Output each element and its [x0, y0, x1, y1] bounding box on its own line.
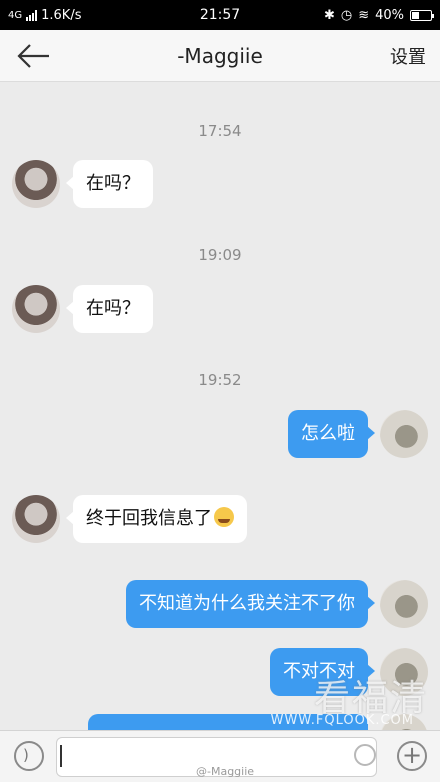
voice-button[interactable]: ): [14, 741, 44, 771]
chat-header: -Maggiie 设置: [0, 30, 440, 82]
alarm-icon: ◷: [340, 7, 353, 23]
weibo-watermark: @-Maggiie: [196, 765, 255, 778]
timestamp: 17:54: [198, 122, 242, 140]
status-right: ✱ ◷ ≋ 40%: [323, 7, 434, 23]
chat-title: -Maggiie: [177, 43, 263, 68]
status-bar: 4G 1.6K/s 21:57 ✱ ◷ ≋ 40%: [0, 0, 440, 30]
battery-icon: [410, 9, 434, 21]
contact-avatar[interactable]: [12, 285, 60, 333]
watermark-url: WWW.FQLOOK.COM: [270, 713, 414, 728]
timestamp: 19:52: [198, 371, 242, 389]
contact-avatar[interactable]: [12, 495, 60, 543]
timestamp: 19:09: [198, 246, 242, 264]
crying-face-icon: [214, 507, 234, 527]
settings-button[interactable]: 设置: [390, 43, 426, 69]
outgoing-message[interactable]: 不知道为什么我关注不了你: [126, 580, 375, 628]
plus-button[interactable]: +: [397, 741, 427, 771]
network-type: 4G: [8, 9, 23, 21]
incoming-message[interactable]: 在吗？: [66, 160, 153, 208]
status-left: 4G 1.6K/s: [8, 8, 324, 23]
incoming-message[interactable]: 终于回我信息了: [66, 495, 247, 543]
voice-icon: ): [23, 746, 29, 764]
incoming-message-text: 终于回我信息了: [86, 508, 212, 529]
signal-icon: [26, 9, 38, 21]
my-avatar[interactable]: [380, 580, 428, 628]
incoming-message[interactable]: 在吗？: [66, 285, 153, 333]
chat-area[interactable]: 17:54 在吗？ 19:09 在吗？ 19:52 怎么啦 终于回我信息了 不知…: [0, 82, 440, 730]
network-speed: 1.6K/s: [41, 7, 82, 23]
text-cursor: [60, 745, 62, 767]
outgoing-message[interactable]: 怎么啦: [288, 410, 375, 458]
contact-avatar[interactable]: [12, 160, 60, 208]
bluetooth-icon: ✱: [323, 7, 335, 23]
my-avatar[interactable]: [380, 410, 428, 458]
input-bar: ) + @-Maggiie: [0, 730, 440, 782]
emoji-button[interactable]: [354, 744, 376, 766]
wifi-icon: ≋: [358, 7, 370, 23]
battery-percent: 40%: [375, 7, 404, 23]
